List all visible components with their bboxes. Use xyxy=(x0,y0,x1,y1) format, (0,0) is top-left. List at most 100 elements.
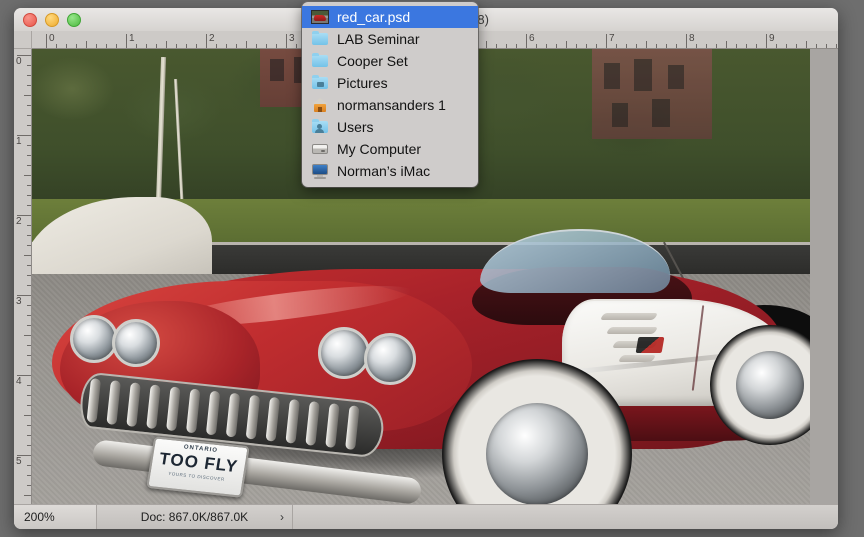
ruler-tick-minor xyxy=(726,41,727,48)
ruler-tick-minor xyxy=(646,41,647,48)
ruler-tick-minor xyxy=(256,44,257,48)
ruler-tick-minor xyxy=(276,44,277,48)
menu-item-users[interactable]: Users xyxy=(302,116,478,138)
ruler-tick-minor xyxy=(746,44,747,48)
menu-item-pictures[interactable]: Pictures xyxy=(302,72,478,94)
ruler-label: 6 xyxy=(529,33,535,44)
menu-item-norman-s-imac[interactable]: Norman’s iMac xyxy=(302,160,478,182)
ruler-tick-minor xyxy=(24,175,31,176)
ruler-tick-major xyxy=(686,34,687,48)
crossed-flags-emblem xyxy=(635,337,665,353)
ruler-tick-minor xyxy=(826,44,827,48)
imac-icon xyxy=(311,163,329,179)
chevron-right-icon[interactable]: › xyxy=(280,510,284,524)
ruler-tick-minor xyxy=(27,325,31,326)
ruler-tick-minor xyxy=(27,345,31,346)
ruler-origin-box[interactable] xyxy=(14,31,32,49)
ruler-tick-minor xyxy=(676,44,677,48)
ruler-tick-major xyxy=(46,34,47,48)
ruler-tick-minor xyxy=(756,44,757,48)
ruler-tick-minor xyxy=(186,44,187,48)
menu-item-normansanders-1[interactable]: normansanders 1 xyxy=(302,94,478,116)
ruler-tick-minor xyxy=(136,44,137,48)
ruler-tick-minor xyxy=(86,41,87,48)
ruler-tick-minor xyxy=(166,41,167,48)
home-folder-icon xyxy=(311,97,329,113)
front-hubcap xyxy=(486,403,588,504)
headlight-inner-right xyxy=(318,327,370,379)
ruler-tick-minor xyxy=(27,205,31,206)
ruler-tick-minor xyxy=(546,44,547,48)
ruler-tick-minor xyxy=(27,105,31,106)
ruler-tick-minor xyxy=(216,44,217,48)
ruler-tick-minor xyxy=(76,44,77,48)
menu-item-label: Users xyxy=(337,119,374,135)
ruler-tick-minor xyxy=(496,44,497,48)
ruler-tick-minor xyxy=(27,245,31,246)
ruler-tick-minor xyxy=(27,485,31,486)
ruler-tick-minor xyxy=(816,44,817,48)
ruler-tick-minor xyxy=(27,305,31,306)
folder-icon xyxy=(311,53,329,69)
ruler-tick-major xyxy=(606,34,607,48)
menu-item-label: red_car.psd xyxy=(337,9,411,25)
ruler-tick-minor xyxy=(27,465,31,466)
ruler-tick-minor xyxy=(806,41,807,48)
status-bar-filler xyxy=(293,505,838,529)
ruler-label: 7 xyxy=(609,33,615,44)
ruler-tick-minor xyxy=(296,44,297,48)
menu-item-cooper-set[interactable]: Cooper Set xyxy=(302,50,478,72)
ruler-label: 3 xyxy=(16,296,22,307)
ruler-label: 9 xyxy=(769,33,775,44)
ruler-tick-minor xyxy=(506,44,507,48)
ruler-tick-minor xyxy=(246,41,247,48)
ruler-tick-minor xyxy=(516,44,517,48)
vertical-ruler[interactable]: 0 1 2 3 4 5 xyxy=(14,49,32,504)
ruler-tick-minor xyxy=(96,44,97,48)
ruler-tick-minor xyxy=(24,335,31,336)
ruler-tick-minor xyxy=(24,415,31,416)
menu-item-label: Pictures xyxy=(337,75,388,91)
desktop-background: red_car.psd (RGB/8) 0123456789 012345 xyxy=(0,0,864,537)
ruler-tick-minor xyxy=(586,44,587,48)
menu-item-label: normansanders 1 xyxy=(337,97,446,113)
ruler-tick-minor xyxy=(706,44,707,48)
ruler-label: 8 xyxy=(689,33,695,44)
menu-item-lab-seminar[interactable]: LAB Seminar xyxy=(302,28,478,50)
document-info-value: Doc: 867.0K/867.0K xyxy=(140,510,249,524)
document-path-popup-menu[interactable]: red_car.psd LAB Seminar Cooper Set Pictures… xyxy=(302,2,478,187)
document-info-field[interactable]: Doc: 867.0K/867.0K › xyxy=(97,505,293,529)
ruler-tick-minor xyxy=(536,44,537,48)
ruler-label: 3 xyxy=(289,33,295,44)
ruler-tick-minor xyxy=(146,44,147,48)
ruler-tick-minor xyxy=(27,445,31,446)
ruler-tick-minor xyxy=(696,44,697,48)
ruler-tick-minor xyxy=(27,425,31,426)
menu-item-my-computer[interactable]: My Computer xyxy=(302,138,478,160)
ruler-tick-minor xyxy=(27,435,31,436)
car-windshield xyxy=(478,229,676,293)
ruler-tick-minor xyxy=(27,185,31,186)
ruler-tick-minor xyxy=(636,44,637,48)
ruler-label: 0 xyxy=(49,33,55,44)
ruler-tick-minor xyxy=(27,275,31,276)
status-bar: 200% Doc: 867.0K/867.0K › xyxy=(14,504,838,529)
zoom-level-value: 200% xyxy=(24,510,55,524)
ruler-tick-major xyxy=(206,34,207,48)
zoom-level-field[interactable]: 200% xyxy=(14,505,97,529)
ruler-tick-minor xyxy=(566,41,567,48)
ruler-tick-minor xyxy=(27,315,31,316)
ruler-tick-minor xyxy=(106,44,107,48)
ruler-tick-minor xyxy=(27,265,31,266)
ruler-tick-minor xyxy=(27,155,31,156)
ruler-tick-minor xyxy=(24,255,31,256)
headlight-outer-right xyxy=(364,333,416,385)
ruler-tick-minor xyxy=(24,95,31,96)
menu-item-label: LAB Seminar xyxy=(337,31,420,47)
ruler-tick-minor xyxy=(266,44,267,48)
ruler-label: 5 xyxy=(16,456,22,467)
ruler-tick-major xyxy=(126,34,127,48)
ruler-tick-minor xyxy=(27,475,31,476)
menu-item-red-car-psd[interactable]: red_car.psd xyxy=(302,6,478,28)
rear-hubcap xyxy=(736,351,804,419)
